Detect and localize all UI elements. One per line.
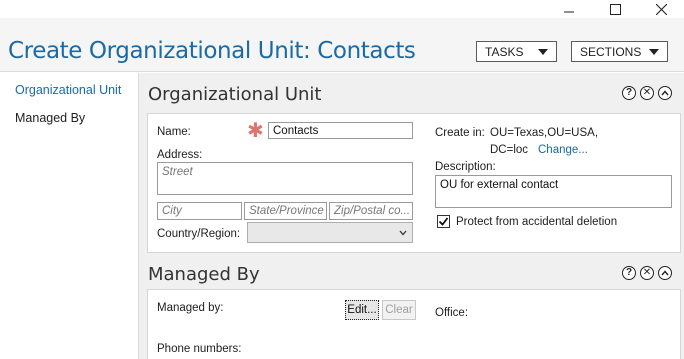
help-icon[interactable]: ? <box>622 266 636 280</box>
description-field[interactable]: OU for external contact <box>435 175 672 208</box>
required-asterisk-icon: ✱ <box>247 120 264 142</box>
city-field[interactable]: City <box>157 202 242 220</box>
maximize-icon[interactable] <box>592 0 638 18</box>
help-icon[interactable]: ? <box>622 86 636 100</box>
state-placeholder: State/Province <box>249 205 324 217</box>
zip-placeholder: Zip/Postal co... <box>334 205 411 217</box>
checkmark-icon <box>438 217 449 226</box>
title-bar: Create Organizational Unit: Contacts TAS… <box>0 18 684 72</box>
tasks-button[interactable]: TASKS <box>476 41 557 62</box>
country-label: Country/Region: <box>157 228 241 240</box>
change-link[interactable]: Change... <box>538 144 588 156</box>
zip-field[interactable]: Zip/Postal co... <box>329 202 413 220</box>
create-in-label: Create in: <box>435 127 485 139</box>
page-title: Create Organizational Unit: Contacts <box>8 38 416 64</box>
collapse-icon[interactable] <box>658 266 672 280</box>
country-select[interactable] <box>247 222 413 243</box>
close-icon[interactable] <box>638 0 684 18</box>
caret-down-icon <box>538 49 548 55</box>
tasks-label: TASKS <box>485 44 524 59</box>
state-field[interactable]: State/Province <box>244 202 327 220</box>
caret-down-icon <box>649 49 659 55</box>
nav-item-managed-by[interactable]: Managed By <box>15 111 85 125</box>
close-section-icon[interactable]: ✕ <box>640 86 654 100</box>
clear-button[interactable]: Clear <box>382 300 416 320</box>
name-field[interactable]: Contacts <box>268 122 413 139</box>
close-section-icon[interactable]: ✕ <box>640 266 654 280</box>
nav-item-organizational-unit[interactable]: Organizational Unit <box>15 83 121 97</box>
collapse-icon[interactable] <box>658 86 672 100</box>
office-label: Office: <box>435 307 469 319</box>
section-icons: ? ✕ <box>622 86 672 100</box>
window-controls <box>546 0 684 18</box>
managed-by-panel: Managed by: Edit... Clear Office: Phone … <box>147 289 681 359</box>
sections-button[interactable]: SECTIONS <box>571 41 668 62</box>
minimize-icon[interactable] <box>546 0 592 18</box>
phone-numbers-label: Phone numbers: <box>157 343 242 355</box>
description-label: Description: <box>435 161 496 173</box>
street-placeholder: Street <box>162 166 193 178</box>
name-label: Name: <box>157 126 191 138</box>
city-placeholder: City <box>162 205 182 217</box>
managed-by-label: Managed by: <box>157 302 224 314</box>
street-field[interactable]: Street <box>157 162 413 195</box>
section-heading-organizational-unit: Organizational Unit <box>148 84 322 105</box>
protect-checkbox[interactable] <box>437 215 450 228</box>
protect-label[interactable]: Protect from accidental deletion <box>456 216 617 228</box>
create-in-path-line1: OU=Texas,OU=USA, <box>490 127 599 139</box>
edit-button[interactable]: Edit... <box>345 300 379 320</box>
section-heading-managed-by: Managed By <box>148 264 260 285</box>
sections-label: SECTIONS <box>580 44 642 59</box>
create-in-path-line2: DC=loc <box>490 144 529 156</box>
organizational-unit-panel: Name: ✱ Contacts Address: Street City St… <box>147 113 681 253</box>
content-area: Organizational Unit ? ✕ Name: ✱ Contacts… <box>138 73 684 359</box>
address-label: Address: <box>157 149 203 161</box>
section-nav: Organizational Unit Managed By <box>0 73 138 359</box>
chevron-down-icon <box>399 228 407 238</box>
section-icons: ? ✕ <box>622 266 672 280</box>
